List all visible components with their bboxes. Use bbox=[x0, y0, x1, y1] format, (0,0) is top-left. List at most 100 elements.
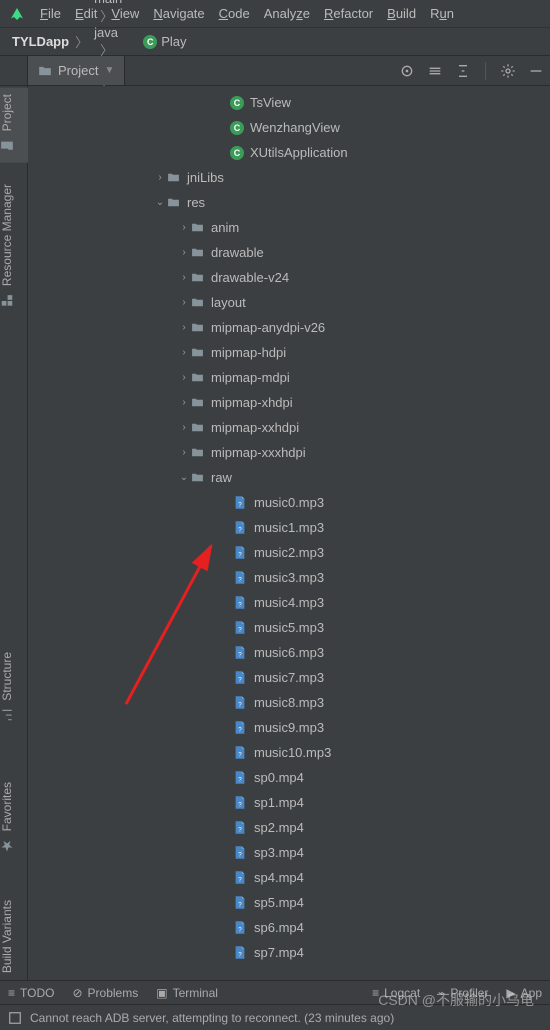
expand-arrow-icon[interactable]: › bbox=[178, 372, 190, 383]
tree-folder[interactable]: ›mipmap-mdpi bbox=[28, 365, 550, 390]
target-icon[interactable] bbox=[397, 61, 417, 81]
expand-arrow-icon[interactable]: ⌄ bbox=[154, 197, 166, 208]
tree-file[interactable]: CXUtilsApplication bbox=[28, 140, 550, 165]
tree-folder[interactable]: › mipmap-anydpi-v26 bbox=[28, 315, 550, 340]
tree-label: mipmap-xxxhdpi bbox=[211, 445, 306, 460]
menu-file[interactable]: FFileile bbox=[40, 6, 61, 21]
bottom-terminal[interactable]: ▣Terminal bbox=[156, 986, 218, 1000]
folder-icon bbox=[0, 139, 14, 153]
tree-label: drawable-v24 bbox=[211, 270, 289, 285]
svg-text:?: ? bbox=[238, 551, 242, 558]
separator bbox=[485, 62, 486, 80]
tree-folder[interactable]: ›jniLibs bbox=[28, 165, 550, 190]
expand-arrow-icon[interactable]: ⌄ bbox=[178, 472, 190, 483]
svg-text:?: ? bbox=[238, 726, 242, 733]
tree-label: music9.mp3 bbox=[254, 720, 324, 735]
expand-arrow-icon[interactable]: › bbox=[178, 347, 190, 358]
menu-analyze[interactable]: Analyze bbox=[264, 6, 310, 21]
tree-file[interactable]: CTsView bbox=[28, 90, 550, 115]
tab-structure[interactable]: Structure bbox=[0, 646, 28, 732]
tab-project[interactable]: Project bbox=[0, 88, 28, 163]
expand-arrow-icon[interactable]: › bbox=[178, 447, 190, 458]
tree-label: mipmap-anydpi-v26 bbox=[211, 320, 325, 335]
tree-file[interactable]: ?sp7.mp4 bbox=[28, 940, 550, 965]
menu-build[interactable]: Build bbox=[387, 6, 416, 21]
tree-folder[interactable]: › drawable-v24 bbox=[28, 265, 550, 290]
tree-label: WenzhangView bbox=[250, 120, 340, 135]
crumb-last[interactable]: CPlay bbox=[143, 34, 186, 49]
resource-icon bbox=[0, 293, 14, 307]
project-tree[interactable]: CTsViewCWenzhangViewCXUtilsApplication›j… bbox=[28, 86, 550, 1026]
tree-folder[interactable]: ⌄raw bbox=[28, 465, 550, 490]
tree-label: music6.mp3 bbox=[254, 645, 324, 660]
collapse-icon[interactable] bbox=[453, 61, 473, 81]
tree-folder[interactable]: ⌄res bbox=[28, 190, 550, 215]
tree-file[interactable]: ?sp4.mp4 bbox=[28, 865, 550, 890]
tree-file[interactable]: ?music10.mp3 bbox=[28, 740, 550, 765]
tree-file[interactable]: ?sp0.mp4 bbox=[28, 765, 550, 790]
tab-favorites[interactable]: Favorites bbox=[0, 776, 28, 863]
tree-label: layout bbox=[211, 295, 246, 310]
svg-text:?: ? bbox=[238, 826, 242, 833]
tree-file[interactable]: ?sp3.mp4 bbox=[28, 840, 550, 865]
tree-file[interactable]: ?sp5.mp4 bbox=[28, 890, 550, 915]
menu-refactor[interactable]: Refactor bbox=[324, 6, 373, 21]
bottom-profiler[interactable]: ⌁Profiler bbox=[438, 986, 488, 1000]
minimize-icon[interactable] bbox=[526, 61, 546, 81]
svg-text:?: ? bbox=[238, 926, 242, 933]
tree-file[interactable]: ?sp1.mp4 bbox=[28, 790, 550, 815]
project-view-selector[interactable]: Project ▼ bbox=[28, 56, 125, 85]
tree-folder[interactable]: › mipmap-xxxhdpi bbox=[28, 440, 550, 465]
class-icon: C bbox=[230, 146, 244, 160]
expand-arrow-icon[interactable]: › bbox=[178, 397, 190, 408]
tree-file[interactable]: ?music3.mp3 bbox=[28, 565, 550, 590]
left-tab-strip: Project Resource Manager Structure Favor… bbox=[0, 86, 28, 1026]
tree-file[interactable]: ?music5.mp3 bbox=[28, 615, 550, 640]
tree-folder[interactable]: › layout bbox=[28, 290, 550, 315]
tree-file[interactable]: ? music2.mp3 bbox=[28, 540, 550, 565]
expand-icon[interactable] bbox=[425, 61, 445, 81]
crumb-root[interactable]: TYLDapp bbox=[12, 34, 69, 49]
expand-arrow-icon[interactable]: › bbox=[178, 322, 190, 333]
tree-folder[interactable]: › mipmap-xhdpi bbox=[28, 390, 550, 415]
expand-arrow-icon[interactable]: › bbox=[178, 247, 190, 258]
tree-folder[interactable]: ›mipmap-xxhdpi bbox=[28, 415, 550, 440]
bottom-todo[interactable]: ≡TODO bbox=[8, 986, 54, 1000]
bottom-problems[interactable]: ⊘Problems bbox=[72, 986, 138, 1000]
tree-file[interactable]: ?music8.mp3 bbox=[28, 690, 550, 715]
gear-icon[interactable] bbox=[498, 61, 518, 81]
tree-label: sp3.mp4 bbox=[254, 845, 304, 860]
tree-file[interactable]: ?music1.mp3 bbox=[28, 515, 550, 540]
tree-label: sp5.mp4 bbox=[254, 895, 304, 910]
menu-code[interactable]: Code bbox=[219, 6, 250, 21]
chevron-down-icon: ▼ bbox=[104, 65, 114, 76]
tab-resource-manager[interactable]: Resource Manager bbox=[0, 178, 28, 317]
tree-file[interactable]: CWenzhangView bbox=[28, 115, 550, 140]
tree-file[interactable]: ?music6.mp3 bbox=[28, 640, 550, 665]
tree-label: music5.mp3 bbox=[254, 620, 324, 635]
tree-file[interactable]: ?music0.mp3 bbox=[28, 490, 550, 515]
tree-file[interactable]: ? music9.mp3 bbox=[28, 715, 550, 740]
expand-arrow-icon[interactable]: › bbox=[178, 422, 190, 433]
tree-label: music2.mp3 bbox=[254, 545, 324, 560]
tree-label: drawable bbox=[211, 245, 264, 260]
crumb-item[interactable]: java bbox=[94, 25, 143, 40]
tree-folder[interactable]: ›anim bbox=[28, 215, 550, 240]
bottom-app[interactable]: ▶App bbox=[506, 986, 542, 1000]
menu-navigate[interactable]: Navigate bbox=[153, 6, 204, 21]
tree-folder[interactable]: › drawable bbox=[28, 240, 550, 265]
expand-arrow-icon[interactable]: › bbox=[178, 297, 190, 308]
expand-arrow-icon[interactable]: › bbox=[178, 272, 190, 283]
tree-label: sp7.mp4 bbox=[254, 945, 304, 960]
bottom-logcat[interactable]: ≡Logcat bbox=[372, 986, 420, 1000]
expand-arrow-icon[interactable]: › bbox=[154, 172, 166, 183]
crumb-item[interactable]: main bbox=[94, 0, 143, 6]
menu-run[interactable]: Run bbox=[430, 6, 454, 21]
expand-arrow-icon[interactable]: › bbox=[178, 222, 190, 233]
tree-file[interactable]: ?music4.mp3 bbox=[28, 590, 550, 615]
tree-file[interactable]: ?music7.mp3 bbox=[28, 665, 550, 690]
tree-label: mipmap-xhdpi bbox=[211, 395, 293, 410]
tree-file[interactable]: ?sp2.mp4 bbox=[28, 815, 550, 840]
tree-folder[interactable]: ›mipmap-hdpi bbox=[28, 340, 550, 365]
tree-file[interactable]: ?sp6.mp4 bbox=[28, 915, 550, 940]
